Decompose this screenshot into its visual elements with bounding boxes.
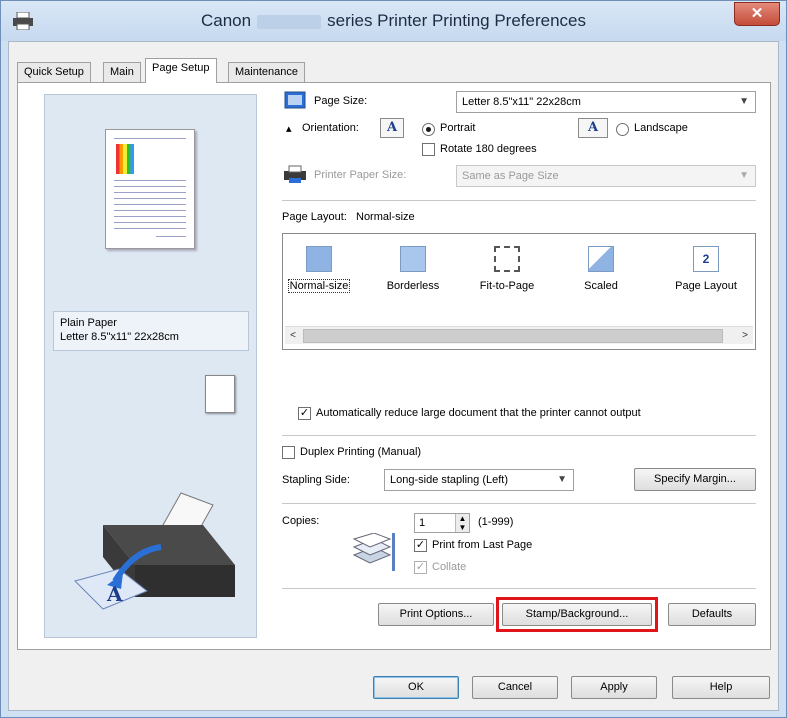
layout-scaled[interactable]: Scaled — [565, 246, 637, 292]
layout-page-layout[interactable]: 2 Page Layout — [659, 246, 753, 292]
separator — [282, 435, 756, 436]
borderless-icon — [400, 246, 426, 272]
printer-paper-size-label: Printer Paper Size: — [314, 169, 407, 181]
chevron-down-icon: ▼ — [557, 474, 567, 485]
layout-fit-to-page-label: Fit-to-Page — [479, 280, 535, 292]
paper-size-text: Letter 8.5"x11" 22x28cm — [60, 331, 179, 343]
layout-borderless[interactable]: Borderless — [377, 246, 449, 292]
stapling-side-combo[interactable]: Long-side stapling (Left) ▼ — [384, 469, 574, 491]
printer-illustration: A — [74, 492, 235, 610]
duplex-checkbox[interactable] — [282, 446, 295, 459]
separator — [282, 200, 756, 201]
portrait-radio[interactable] — [422, 123, 435, 136]
scroll-right-icon[interactable]: > — [737, 328, 753, 344]
print-from-last-page-checkbox[interactable]: ✓ — [414, 539, 427, 552]
copies-stepper[interactable]: 1 ▲ ▼ — [414, 513, 470, 533]
window-title: Canon series Printer Printing Preferences — [1, 11, 786, 31]
printer-paper-size-combo[interactable]: Same as Page Size ▼ — [456, 165, 756, 187]
close-icon: ✕ — [750, 5, 764, 22]
printer-paper-size-icon — [284, 165, 306, 183]
layout-scrollbar[interactable]: < > — [285, 326, 753, 344]
scroll-thumb[interactable] — [303, 329, 723, 343]
defaults-button[interactable]: Defaults — [668, 603, 756, 626]
chevron-down-icon: ▼ — [739, 170, 749, 181]
layout-fit-to-page[interactable]: Fit-to-Page — [471, 246, 543, 292]
page-setup-settings: Page Size: Letter 8.5"x11" 22x28cm ▼ ▴ Or… — [272, 83, 762, 651]
page-layout-label: Page Layout: — [282, 211, 347, 223]
collate-checkbox[interactable]: ✓ — [414, 561, 427, 574]
auto-reduce-checkbox[interactable]: ✓ — [298, 407, 311, 420]
stepper-arrows-icon[interactable]: ▲ ▼ — [455, 514, 469, 532]
landscape-orientation-icon: A — [578, 118, 608, 138]
stapling-side-value: Long-side stapling (Left) — [390, 474, 509, 486]
cancel-button[interactable]: Cancel — [472, 676, 558, 699]
rotate-180-checkbox[interactable] — [422, 143, 435, 156]
tab-maintenance[interactable]: Maintenance — [228, 62, 305, 82]
page-size-value: Letter 8.5"x11" 22x28cm — [462, 96, 581, 108]
apply-button[interactable]: Apply — [571, 676, 657, 699]
page-preview-thumbnail — [105, 129, 195, 249]
orientation-label: Orientation: — [302, 122, 359, 134]
tab-quick-setup[interactable]: Quick Setup — [17, 62, 91, 82]
title-bar: Canon series Printer Printing Preferences… — [1, 1, 786, 41]
page-orientation-thumbnail — [205, 375, 235, 413]
layout-normal-size[interactable]: Normal-size — [283, 246, 355, 293]
page-size-label: Page Size: — [314, 95, 368, 107]
copies-value: 1 — [419, 517, 426, 529]
window-title-prefix: Canon — [201, 11, 252, 30]
fit-to-page-icon — [494, 246, 520, 272]
paper-type-text: Plain Paper — [60, 317, 117, 329]
portrait-label[interactable]: Portrait — [440, 122, 475, 134]
layout-borderless-label: Borderless — [386, 280, 440, 292]
page-layout-icon: 2 — [693, 246, 719, 272]
dialog-client-area: Quick Setup Main Page Setup Maintenance — [8, 41, 779, 711]
printer-preferences-window: Canon series Printer Printing Preferences… — [0, 0, 787, 718]
copies-range: (1-999) — [478, 516, 514, 528]
help-button[interactable]: Help — [672, 676, 770, 699]
tab-main[interactable]: Main — [103, 62, 141, 82]
landscape-label[interactable]: Landscape — [634, 122, 688, 134]
copies-stack-icon — [352, 533, 395, 571]
chevron-down-icon: ▼ — [739, 96, 749, 107]
collate-label[interactable]: Collate — [432, 561, 466, 573]
color-image-thumbnail — [116, 144, 134, 174]
print-from-last-page-label[interactable]: Print from Last Page — [432, 539, 532, 551]
print-options-button[interactable]: Print Options... — [378, 603, 494, 626]
normal-size-icon — [306, 246, 332, 272]
tab-page-setup[interactable]: Page Setup — [145, 58, 217, 83]
separator — [282, 588, 756, 589]
highlight-box — [496, 597, 658, 632]
layout-page-layout-label: Page Layout — [675, 280, 737, 292]
ok-button[interactable]: OK — [373, 676, 459, 699]
auto-reduce-label[interactable]: Automatically reduce large document that… — [316, 407, 641, 419]
layout-scaled-label: Scaled — [584, 280, 618, 292]
copies-label: Copies: — [282, 515, 320, 527]
separator — [282, 503, 756, 504]
stapling-side-label: Stapling Side: — [282, 474, 350, 486]
specify-margin-button[interactable]: Specify Margin... — [634, 468, 756, 491]
landscape-radio[interactable] — [616, 123, 629, 136]
page-size-icon — [284, 91, 306, 109]
orientation-arrow-icon: ▴ — [286, 123, 292, 135]
paper-info-box: Plain Paper Letter 8.5"x11" 22x28cm — [53, 311, 249, 351]
redacted-model-name — [257, 14, 322, 29]
page-layout-current: Normal-size — [356, 211, 415, 223]
page-size-combo[interactable]: Letter 8.5"x11" 22x28cm ▼ — [456, 91, 756, 113]
duplex-label[interactable]: Duplex Printing (Manual) — [300, 446, 421, 458]
window-title-suffix: series Printer Printing Preferences — [327, 11, 586, 30]
printer-paper-size-value: Same as Page Size — [462, 170, 559, 182]
scroll-left-icon[interactable]: < — [285, 328, 301, 344]
rotate-180-label[interactable]: Rotate 180 degrees — [440, 143, 537, 155]
portrait-orientation-icon: A — [380, 118, 404, 138]
print-preview-pane: Plain Paper Letter 8.5"x11" 22x28cm A — [44, 94, 257, 638]
scaled-icon — [588, 246, 614, 272]
layout-normal-size-label: Normal-size — [287, 279, 351, 293]
svg-text:A: A — [106, 582, 123, 606]
page-setup-panel: Plain Paper Letter 8.5"x11" 22x28cm A Pa… — [17, 82, 771, 650]
close-button[interactable]: ✕ — [734, 2, 780, 26]
page-layout-list: Normal-size Borderless Fit-to-Page Scale… — [282, 233, 756, 350]
